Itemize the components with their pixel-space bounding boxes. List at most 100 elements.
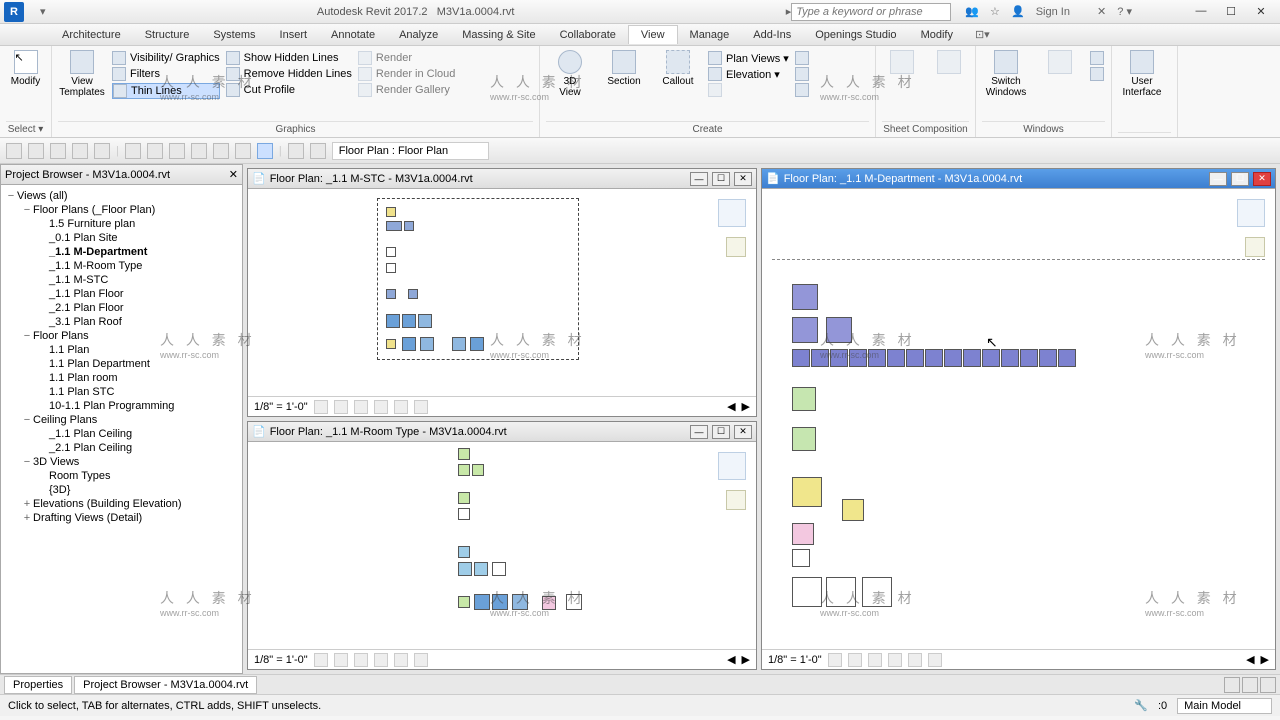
- max-icon[interactable]: ☐: [712, 425, 730, 439]
- view-templates-button[interactable]: View Templates: [58, 50, 106, 98]
- scale-label[interactable]: 1/8" = 1'-0": [254, 654, 308, 666]
- tree-item[interactable]: _1.1 M-Department: [1, 245, 242, 259]
- tree-item[interactable]: _3.1 Plan Roof: [1, 315, 242, 329]
- exchange-icon[interactable]: ✕: [1097, 6, 1106, 18]
- main-model-dropdown[interactable]: Main Model: [1177, 698, 1272, 714]
- tree-item[interactable]: 1.1 Plan STC: [1, 385, 242, 399]
- crop-icon[interactable]: [394, 400, 408, 414]
- tab-structure[interactable]: Structure: [133, 26, 202, 44]
- hide-icon[interactable]: [414, 400, 428, 414]
- view-canvas[interactable]: [248, 189, 756, 396]
- scroll-right-icon[interactable]: ▶: [742, 400, 750, 413]
- tree-item[interactable]: 1.1 Plan Department: [1, 357, 242, 371]
- save-icon[interactable]: [28, 143, 44, 159]
- tree-item[interactable]: 1.1 Plan room: [1, 371, 242, 385]
- hide-icon[interactable]: [928, 653, 942, 667]
- close-hidden-button[interactable]: [1036, 50, 1084, 76]
- duplicate-view-button[interactable]: [795, 51, 809, 65]
- scale-label[interactable]: 1/8" = 1'-0": [768, 654, 822, 666]
- select-underlay-icon[interactable]: [1242, 677, 1258, 693]
- shadows-icon[interactable]: [374, 653, 388, 667]
- tab-collaborate[interactable]: Collaborate: [548, 26, 628, 44]
- view-cube[interactable]: [718, 199, 746, 227]
- switch-qa-icon[interactable]: [310, 143, 326, 159]
- elevation-button[interactable]: Elevation ▾: [708, 67, 789, 81]
- nav-wheel[interactable]: [1245, 237, 1265, 257]
- detail-level-icon[interactable]: [314, 400, 328, 414]
- tab-analyze[interactable]: Analyze: [387, 26, 450, 44]
- browser-tree[interactable]: −Views (all)−Floor Plans (_Floor Plan)1.…: [1, 185, 242, 673]
- plan-views-button[interactable]: Plan Views ▾: [708, 51, 789, 65]
- tab-modify[interactable]: Modify: [909, 26, 965, 44]
- browser-close-icon[interactable]: ✕: [229, 168, 238, 181]
- shadows-icon[interactable]: [888, 653, 902, 667]
- sync-icon[interactable]: [50, 143, 66, 159]
- schedules-button[interactable]: [795, 83, 809, 97]
- tab-massing-site[interactable]: Massing & Site: [450, 26, 547, 44]
- tree-item[interactable]: +Drafting Views (Detail): [1, 511, 242, 525]
- tab-project-browser[interactable]: Project Browser - M3V1a.0004.rvt: [74, 676, 257, 694]
- panel-select-label[interactable]: Select ▾: [6, 121, 45, 137]
- tree-item[interactable]: _1.1 Plan Ceiling: [1, 427, 242, 441]
- cut-profile-button[interactable]: Cut Profile: [226, 83, 352, 97]
- crop-icon[interactable]: [394, 653, 408, 667]
- tree-item[interactable]: −Views (all): [1, 189, 242, 203]
- undo-icon[interactable]: [72, 143, 88, 159]
- tab-architecture[interactable]: Architecture: [50, 26, 133, 44]
- tree-item[interactable]: _1.1 M-Room Type: [1, 259, 242, 273]
- nav-wheel[interactable]: [726, 237, 746, 257]
- view-canvas[interactable]: [248, 442, 756, 649]
- tree-item[interactable]: _1.1 M-STC: [1, 273, 242, 287]
- close-icon[interactable]: ✕: [1253, 172, 1271, 186]
- render-button[interactable]: Render: [358, 51, 456, 65]
- tile-button[interactable]: [1090, 51, 1104, 65]
- shadows-icon[interactable]: [374, 400, 388, 414]
- visual-style-icon[interactable]: [334, 400, 348, 414]
- tree-item[interactable]: _2.1 Plan Floor: [1, 301, 242, 315]
- worksets-icon[interactable]: 🔧: [1134, 699, 1148, 712]
- drafting-view-button[interactable]: [708, 83, 789, 97]
- render-gallery-button[interactable]: Render Gallery: [358, 83, 456, 97]
- sun-path-icon[interactable]: [354, 400, 368, 414]
- measure-icon[interactable]: [125, 143, 141, 159]
- user-interface-button[interactable]: User Interface: [1118, 50, 1166, 98]
- tree-item[interactable]: +Elevations (Building Elevation): [1, 497, 242, 511]
- maximize-button[interactable]: ☐: [1216, 5, 1246, 18]
- tree-item[interactable]: 1.1 Plan: [1, 343, 242, 357]
- tree-item[interactable]: Room Types: [1, 469, 242, 483]
- view-canvas[interactable]: ↖: [762, 189, 1275, 649]
- text-icon[interactable]: [191, 143, 207, 159]
- tab-systems[interactable]: Systems: [201, 26, 267, 44]
- user-icon[interactable]: 👤: [1011, 6, 1025, 18]
- tree-item[interactable]: −3D Views: [1, 455, 242, 469]
- section-button[interactable]: Section: [600, 50, 648, 87]
- crop-icon[interactable]: [908, 653, 922, 667]
- tree-item[interactable]: _1.1 Plan Floor: [1, 287, 242, 301]
- close-icon[interactable]: ✕: [734, 425, 752, 439]
- subscription-icon[interactable]: 👥: [965, 6, 979, 18]
- visual-style-icon[interactable]: [848, 653, 862, 667]
- tree-item[interactable]: 10-1.1 Plan Programming: [1, 399, 242, 413]
- switch-windows-button[interactable]: Switch Windows: [982, 50, 1030, 98]
- view-cube[interactable]: [1237, 199, 1265, 227]
- scroll-left-icon[interactable]: ◀: [1246, 653, 1254, 666]
- tree-item[interactable]: _0.1 Plan Site: [1, 231, 242, 245]
- section-qa-icon[interactable]: [235, 143, 251, 159]
- thin-lines-button[interactable]: Thin Lines: [112, 83, 220, 99]
- select-links-icon[interactable]: [1224, 677, 1240, 693]
- 3d-view-button[interactable]: 3D View: [546, 50, 594, 98]
- sign-in-link[interactable]: Sign In: [1036, 6, 1070, 18]
- detail-level-icon[interactable]: [828, 653, 842, 667]
- close-hidden-qa-icon[interactable]: [288, 143, 304, 159]
- search-input[interactable]: [791, 3, 951, 21]
- thin-lines-qa-icon[interactable]: [257, 143, 273, 159]
- tab-insert[interactable]: Insert: [268, 26, 320, 44]
- tree-item[interactable]: −Ceiling Plans: [1, 413, 242, 427]
- render-cloud-button[interactable]: Render in Cloud: [358, 67, 456, 81]
- max-icon[interactable]: ☐: [712, 172, 730, 186]
- scroll-left-icon[interactable]: ◀: [727, 400, 735, 413]
- dimension-icon[interactable]: [147, 143, 163, 159]
- tab-manage[interactable]: Manage: [678, 26, 742, 44]
- tree-item[interactable]: −Floor Plans: [1, 329, 242, 343]
- tab-annotate[interactable]: Annotate: [319, 26, 387, 44]
